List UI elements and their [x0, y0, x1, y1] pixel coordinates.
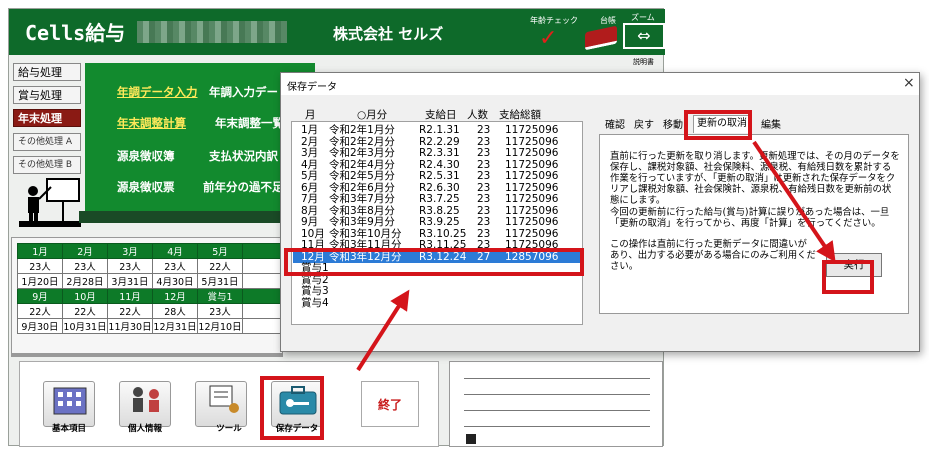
- arrow-to-row: [356, 289, 410, 372]
- annotation-arrows: [356, 140, 836, 372]
- arrow-to-execute: [752, 140, 836, 263]
